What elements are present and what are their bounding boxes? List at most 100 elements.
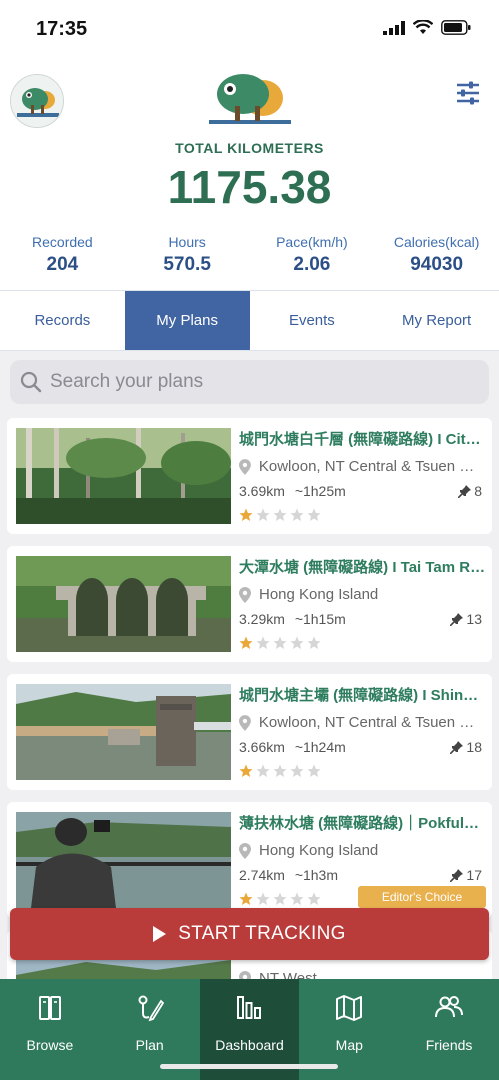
- star-icon: [273, 636, 287, 649]
- plan-distance-duration: 3.29km ~1h15m: [239, 611, 346, 627]
- star-icon: [256, 636, 270, 649]
- plan-location-text: NT West: [259, 970, 317, 979]
- plan-pins-count: 18: [466, 739, 482, 755]
- nav-label: Plan: [135, 1037, 164, 1053]
- map-icon: [336, 995, 363, 1021]
- plan-distance-duration: 3.69km ~1h25m: [239, 483, 346, 499]
- location-pin-icon: [239, 586, 251, 603]
- stat-recorded: Recorded 204: [0, 234, 125, 276]
- star-icon: [239, 892, 253, 905]
- bird-logo-icon: [209, 74, 291, 124]
- tab-my-plans[interactable]: My Plans: [124, 291, 250, 350]
- star-icon: [290, 636, 304, 649]
- stat-label: Recorded: [32, 234, 93, 250]
- status-icons: [383, 20, 471, 35]
- people-icon: [435, 996, 464, 1018]
- plan-card[interactable]: 薄扶林水塘 (無障礙路線)｜Pokfulam Reservoir Hong Ko…: [7, 802, 492, 918]
- bird-logo-icon: [11, 75, 63, 127]
- signal-icon: [383, 20, 405, 35]
- stat-label: Hours: [168, 234, 206, 250]
- start-tracking-button[interactable]: START TRACKING: [10, 908, 489, 960]
- plan-rating: [239, 508, 321, 522]
- nav-friends[interactable]: Friends: [399, 979, 499, 1080]
- home-indicator: [160, 1064, 338, 1069]
- plan-thumbnail: [16, 684, 231, 780]
- star-icon: [273, 892, 287, 905]
- start-tracking-label: START TRACKING: [178, 923, 346, 944]
- plan-rating: [239, 636, 321, 650]
- nav-label: Friends: [425, 1037, 473, 1053]
- star-icon: [256, 892, 270, 905]
- plan-thumbnail: [16, 812, 231, 908]
- search-icon: [20, 371, 42, 393]
- stat-pace: Pace(km/h) 2.06: [250, 234, 375, 276]
- nav-label: Map: [335, 1037, 363, 1053]
- plan-distance: 3.66km: [239, 739, 285, 755]
- plan-location-text: Kowloon, NT Central & Tsuen Wan: [258, 714, 487, 731]
- nav-browse[interactable]: Browse: [0, 979, 100, 1080]
- plan-distance: 3.69km: [239, 483, 285, 499]
- bar-chart-icon: [237, 996, 262, 1019]
- avatar[interactable]: [10, 74, 64, 128]
- plan-location: Kowloon, NT Central & Tsuen Wan: [239, 458, 487, 475]
- app-logo: [205, 72, 295, 130]
- plan-title: 薄扶林水塘 (無障礙路線)｜Pokfulam Reservoir: [239, 815, 487, 832]
- tab-records[interactable]: Records: [0, 291, 125, 350]
- plan-distance-duration: 3.66km ~1h24m: [239, 739, 346, 755]
- star-icon: [273, 764, 287, 777]
- plan-distance: 3.29km: [239, 611, 285, 627]
- editors-choice-badge: Editor's Choice: [358, 886, 486, 908]
- plan-pins: 18: [450, 739, 482, 755]
- stat-hours: Hours 570.5: [125, 234, 250, 276]
- location-pin-icon: [239, 714, 251, 731]
- pushpin-icon: [450, 740, 464, 754]
- plan-location-text: Kowloon, NT Central & Tsuen Wan: [258, 458, 487, 475]
- location-pin-icon: [239, 970, 251, 979]
- star-icon: [307, 636, 321, 649]
- stat-label: Pace(km/h): [276, 234, 348, 250]
- star-icon: [239, 636, 253, 649]
- plan-pins-count: 13: [466, 611, 482, 627]
- star-icon: [307, 764, 321, 777]
- stat-value: 204: [46, 254, 79, 275]
- star-icon: [239, 508, 253, 521]
- status-bar: 17:35: [0, 0, 499, 58]
- star-icon: [239, 764, 253, 777]
- play-icon: [153, 926, 167, 942]
- star-icon: [290, 892, 304, 905]
- total-kilometers-value: 1175.38: [167, 161, 332, 213]
- plan-thumbnail: [16, 428, 231, 524]
- star-icon: [256, 764, 270, 777]
- plan-pins: 13: [450, 611, 482, 627]
- tab-events[interactable]: Events: [250, 291, 375, 350]
- plan-pins: 17: [450, 867, 482, 883]
- search-input[interactable]: Search your plans: [10, 360, 489, 404]
- star-icon: [307, 508, 321, 521]
- plan-location: Hong Kong Island: [239, 842, 487, 859]
- plan-rating: [239, 892, 321, 906]
- stat-value: 570.5: [163, 254, 211, 275]
- settings-sliders-icon[interactable]: [455, 80, 481, 106]
- plan-pins-count: 17: [466, 867, 482, 883]
- plan-card[interactable]: 城門水塘白千層 (無障礙路線) I City Gate Reservoir Ko…: [7, 418, 492, 534]
- tab-my-report[interactable]: My Report: [374, 291, 499, 350]
- plan-card[interactable]: 大潭水塘 (無障礙路線) I Tai Tam Reservoir Hong Ko…: [7, 546, 492, 662]
- plan-card[interactable]: 城門水塘主壩 (無障礙路線) I Shing Mun Main Dam Kowl…: [7, 674, 492, 790]
- plan-location-text: Hong Kong Island: [259, 586, 379, 603]
- plan-title: 城門水塘主壩 (無障礙路線) I Shing Mun Main Dam: [239, 687, 487, 704]
- star-icon: [290, 508, 304, 521]
- plan-location: Kowloon, NT Central & Tsuen Wan: [239, 714, 487, 731]
- plan-duration: ~1h15m: [294, 611, 346, 627]
- plan-pins-count: 8: [474, 483, 482, 499]
- stat-label: Calories(kcal): [393, 234, 480, 250]
- route-pen-icon: [138, 995, 164, 1022]
- plan-duration: ~1h3m: [294, 867, 339, 883]
- plan-distance-duration: 2.74km ~1h3m: [239, 867, 338, 883]
- pushpin-icon: [450, 868, 464, 882]
- star-icon: [273, 508, 287, 521]
- plan-title: 大潭水塘 (無障礙路線) I Tai Tam Reservoir: [239, 559, 487, 576]
- status-time: 17:35: [36, 18, 88, 40]
- stat-value: 2.06: [293, 254, 331, 275]
- plan-thumbnail: [16, 556, 231, 652]
- plans-list-area[interactable]: Search your plans 城門水塘白千層 (無障礙路線) I City…: [0, 351, 499, 979]
